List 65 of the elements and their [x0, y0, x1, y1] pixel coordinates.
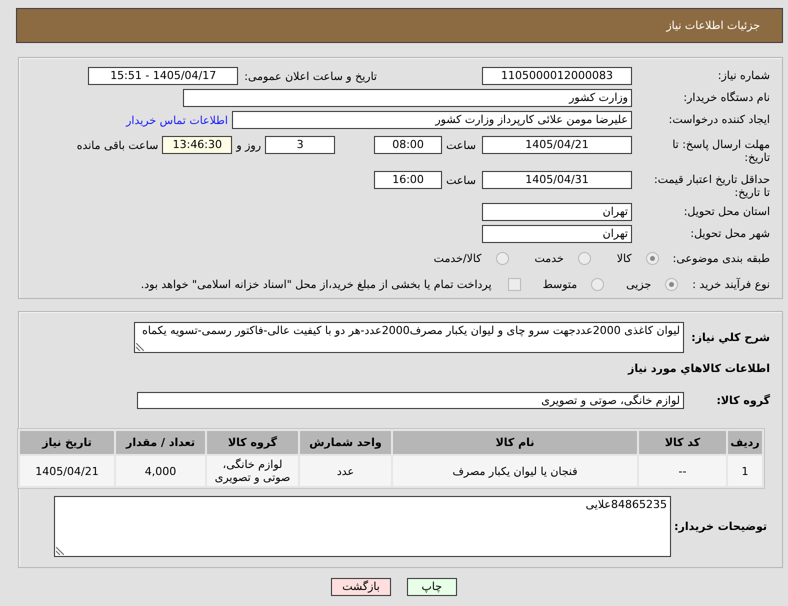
- radio-label: کالا/خدمت: [434, 252, 482, 264]
- back-button[interactable]: بازگشت: [331, 578, 391, 596]
- table-cell: فنجان یا لیوان یکبار مصرف: [393, 456, 637, 486]
- category-label: طبقه بندی موضوعی:: [672, 252, 770, 264]
- radio-button[interactable]: [578, 252, 591, 264]
- table-cell: 4,000: [116, 456, 205, 486]
- city-label: شهر محل تحویل:: [689, 226, 770, 240]
- need-number-field[interactable]: 1105000012000083: [482, 67, 632, 85]
- column-header: تعداد / مقدار: [116, 431, 205, 454]
- resize-grip-icon[interactable]: [136, 343, 144, 351]
- table-cell: 1405/04/21: [20, 456, 114, 486]
- table-cell: 1: [728, 456, 762, 486]
- response-deadline-label: مهلت ارسال پاسخ: تا تاریخ:: [671, 137, 770, 164]
- radio-label: کالا: [616, 252, 632, 264]
- days-label: روز و: [236, 138, 262, 152]
- table-cell: --: [639, 456, 726, 486]
- resize-grip-icon[interactable]: [56, 547, 64, 555]
- checkbox[interactable]: [508, 278, 521, 290]
- radio-label: متوسط: [542, 278, 578, 290]
- column-header: تاریخ نیاز: [20, 431, 114, 454]
- buyer-org-field[interactable]: وزارت کشور: [183, 89, 632, 107]
- column-header: گروه کالا: [207, 431, 298, 454]
- section-title: اطلاعات کالاهاي مورد نياز: [628, 362, 770, 375]
- requester-label: ایجاد کننده درخواست:: [668, 112, 770, 126]
- column-header: کد کالا: [639, 431, 726, 454]
- description-field[interactable]: لیوان کاغذی 2000عددجهت سرو چای و لیوان یکبار مصرف2000عدد-هر دو با کیفیت عالی-فاکتور رسمی-تسویه یکماه: [134, 322, 684, 353]
- remaining-time-field[interactable]: 13:46:30: [162, 136, 232, 154]
- column-header: واحد شمارش: [300, 431, 391, 454]
- deadline-time-field[interactable]: 08:00: [374, 136, 442, 154]
- goods-group-field[interactable]: لوازم خانگی، صوتی و تصویری: [137, 392, 684, 409]
- remaining-days-field[interactable]: 3: [265, 136, 336, 154]
- validity-time-label: ساعت: [446, 174, 476, 186]
- radio-label: خدمت: [534, 252, 564, 264]
- buyer-notes-field[interactable]: 84865235علایی: [54, 496, 671, 557]
- buyer-contact-link[interactable]: اطلاعات تماس خریدار: [126, 114, 228, 126]
- validity-date-field[interactable]: 1405/04/31: [482, 171, 632, 189]
- radio-button[interactable]: [646, 252, 659, 264]
- need-number-label: شماره نیاز:: [716, 68, 770, 82]
- column-header: ردیف: [728, 431, 762, 454]
- requester-field[interactable]: علیرضا مومن علائی کارپرداز وزارت کشور: [232, 111, 632, 129]
- announcement-date-field[interactable]: 1405/04/17 - 15:51: [88, 67, 238, 85]
- page-title: جزئیات اطلاعات نیاز: [666, 19, 760, 32]
- radio-button[interactable]: [591, 278, 604, 290]
- validity-time-field[interactable]: 16:00: [374, 171, 442, 189]
- city-field[interactable]: تهران: [482, 225, 632, 243]
- column-header: نام کالا: [393, 431, 637, 454]
- buyer-notes-label: توضیحات خریدار:: [673, 520, 767, 533]
- remaining-time-label: ساعت باقی مانده: [76, 138, 158, 152]
- process-type-label: نوع فرآیند خرید :: [692, 278, 770, 290]
- table-cell: عدد: [300, 456, 391, 486]
- province-field[interactable]: تهران: [482, 203, 632, 221]
- table-cell: لوازم خانگی، صوتی و تصویری: [207, 456, 298, 486]
- treasury-payment-label: پرداخت تمام یا بخشی از مبلغ خرید،از محل "اسناد خزانه اسلامی" خواهد بود.: [140, 278, 492, 290]
- deadline-time-label: ساعت: [446, 138, 476, 152]
- goods-group-label: گروه کالا:: [715, 394, 770, 407]
- description-label: شرح کلي نياز:: [690, 331, 770, 344]
- print-button[interactable]: چاپ: [406, 578, 457, 596]
- price-validity-label: حداقل تاریخ اعتبار قیمت: تا تاریخ:: [653, 172, 770, 199]
- radio-button[interactable]: [496, 252, 508, 264]
- province-label: استان محل تحویل:: [682, 204, 770, 218]
- deadline-date-field[interactable]: 1405/04/21: [482, 136, 632, 154]
- buyer-org-label: نام دستگاه خریدار:: [682, 90, 770, 104]
- radio-button[interactable]: [665, 278, 678, 290]
- announcement-label: تاریخ و ساعت اعلان عمومی:: [244, 70, 377, 82]
- radio-label: جزیی: [626, 278, 652, 290]
